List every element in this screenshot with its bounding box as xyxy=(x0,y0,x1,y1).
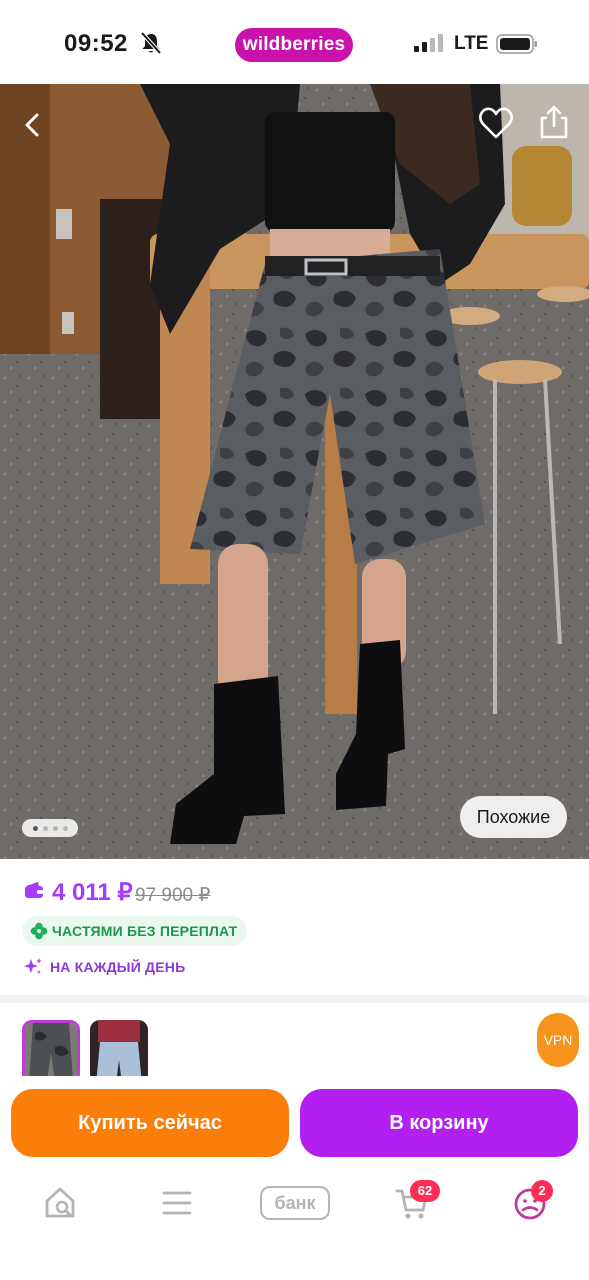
status-bar: 09:52 wildberries LTE xyxy=(0,0,589,84)
wallet-icon xyxy=(25,882,43,898)
similar-button[interactable]: Похожие xyxy=(460,796,567,838)
status-time: 09:52 xyxy=(64,30,128,57)
menu-icon[interactable] xyxy=(160,1183,194,1223)
installment-label: ЧАСТЯМИ БЕЗ ПЕРЕПЛАТ xyxy=(52,923,238,939)
bank-tab[interactable]: банк xyxy=(260,1186,330,1220)
product-image-illustration xyxy=(0,84,589,859)
vpn-badge[interactable]: VPN xyxy=(537,1013,579,1067)
carousel-dot xyxy=(42,825,48,831)
installment-badge[interactable]: ЧАСТЯМИ БЕЗ ПЕРЕПЛАТ xyxy=(22,916,248,946)
carousel-indicator[interactable] xyxy=(22,819,78,837)
brand-logo: wildberries xyxy=(235,28,353,62)
cart-count-badge: 62 xyxy=(410,1180,440,1202)
muted-bell-icon xyxy=(140,31,162,55)
variant-image xyxy=(25,1023,77,1081)
section-divider xyxy=(0,995,589,1003)
variant-image xyxy=(90,1020,148,1084)
add-to-cart-button[interactable]: В корзину xyxy=(300,1089,578,1157)
home-search-icon[interactable] xyxy=(42,1183,78,1223)
buy-now-button[interactable]: Купить сейчас xyxy=(11,1089,289,1157)
heart-icon[interactable] xyxy=(478,106,514,140)
network-type: LTE xyxy=(454,33,489,54)
variant-thumbnail[interactable] xyxy=(90,1020,148,1084)
clover-icon xyxy=(30,922,48,940)
signal-icon xyxy=(414,34,443,52)
carousel-dot xyxy=(32,825,38,831)
old-price: 97 900 ₽ xyxy=(135,885,211,906)
sparkle-icon xyxy=(24,958,42,974)
bank-label: банк xyxy=(274,1193,316,1213)
profile-notification-badge: 2 xyxy=(531,1180,553,1202)
back-arrow-icon[interactable] xyxy=(18,110,48,140)
everyday-label: НА КАЖДЫЙ ДЕНЬ xyxy=(50,959,186,975)
variant-thumbnail-selected[interactable] xyxy=(22,1020,80,1084)
share-icon[interactable] xyxy=(538,104,570,140)
carousel-dot xyxy=(52,825,58,831)
product-photo[interactable] xyxy=(0,84,589,859)
carousel-dot xyxy=(62,825,68,831)
bottom-navigation xyxy=(0,1166,589,1280)
current-price: 4 011 ₽ xyxy=(52,879,133,906)
battery-icon xyxy=(496,34,537,54)
everyday-offer[interactable]: НА КАЖДЫЙ ДЕНЬ xyxy=(22,956,185,978)
